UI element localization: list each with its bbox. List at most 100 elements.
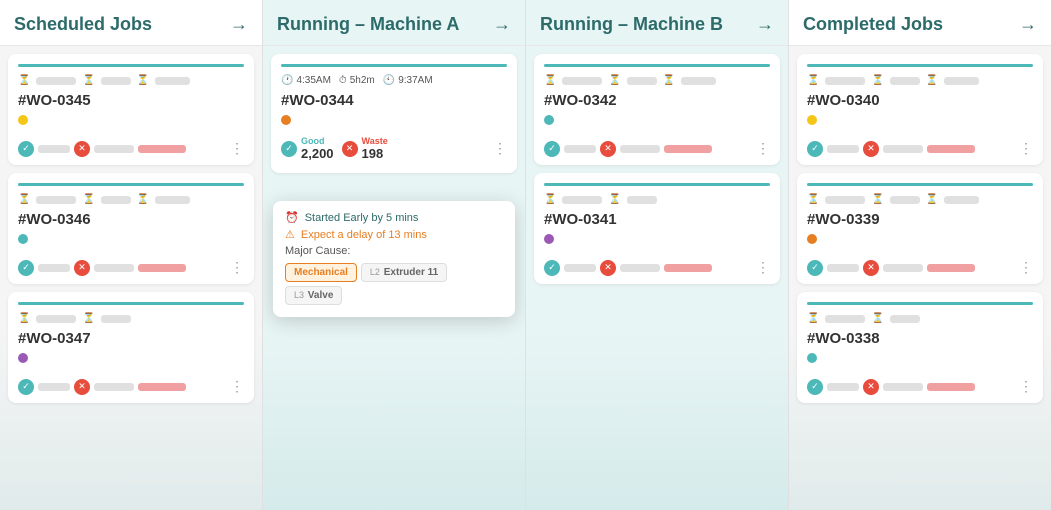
tag-l3[interactable]: L3 Valve: [285, 286, 342, 305]
wo-number: #WO-0346: [18, 211, 244, 228]
kanban-board: Scheduled Jobs → ⏳ ⏳ ⏳ #WO-0345 ✓: [0, 0, 1051, 510]
column-title-scheduled: Scheduled Jobs: [14, 14, 152, 35]
bar-medium: [883, 264, 923, 272]
wo-number: #WO-0341: [544, 211, 770, 228]
card-top-bar: [807, 64, 1033, 67]
text-ph-2: [101, 315, 131, 323]
hourglass-icon: ⏳: [18, 194, 30, 205]
card-wo-0347[interactable]: ⏳ ⏳ #WO-0347 ✓ ✕ ⋮: [8, 292, 254, 403]
x-icon: ✕: [863, 260, 879, 276]
column-arrow-running-a[interactable]: →: [493, 14, 511, 35]
bar-short: [827, 264, 859, 272]
status-dot: [544, 234, 554, 244]
card-wo-0340[interactable]: ⏳ ⏳ ⏳ #WO-0340 ✓ ✕ ⋮: [797, 54, 1043, 165]
text-ph-3: [944, 77, 979, 85]
more-menu[interactable]: ⋮: [756, 140, 770, 157]
text-ph-2: [101, 77, 131, 85]
hourglass-icon-3: ⏳: [137, 194, 149, 205]
x-icon: ✕: [863, 141, 879, 157]
more-menu[interactable]: ⋮: [230, 140, 244, 157]
card-top-bar: [281, 64, 507, 67]
card-icons-row: ⏳ ⏳: [807, 313, 1033, 324]
wo-number: #WO-0339: [807, 211, 1033, 228]
bg-decoration: [526, 330, 788, 510]
column-scheduled: Scheduled Jobs → ⏳ ⏳ ⏳ #WO-0345 ✓: [0, 0, 263, 510]
waste-icon: ✕: [342, 141, 358, 157]
more-menu[interactable]: ⋮: [493, 140, 507, 157]
card-bottom-row: ✓ ✕ ⋮: [807, 378, 1033, 395]
card-wo-0339[interactable]: ⏳ ⏳ ⏳ #WO-0339 ✓ ✕ ⋮: [797, 173, 1043, 284]
bar-medium: [94, 383, 134, 391]
bar-red: [138, 145, 186, 153]
more-menu[interactable]: ⋮: [230, 378, 244, 395]
card-time-row: 🕐 4:35AM ⏱ 5h2m 🕙 9:37AM: [281, 75, 507, 86]
card-icons-row: ⏳ ⏳ ⏳: [544, 75, 770, 86]
column-arrow-running-b[interactable]: →: [756, 14, 774, 35]
end-icon: 🕙: [383, 75, 395, 86]
text-ph: [825, 315, 865, 323]
bar-medium: [883, 383, 923, 391]
tag-l2[interactable]: L2 Extruder 11: [361, 263, 447, 282]
bar-red: [138, 383, 186, 391]
text-ph-3: [681, 77, 716, 85]
x-icon: ✕: [600, 260, 616, 276]
expect-delay-text: Expect a delay of 13 mins: [301, 229, 427, 241]
hourglass-icon-2: ⏳: [82, 194, 94, 205]
card-top-bar: [18, 302, 244, 305]
more-menu[interactable]: ⋮: [1019, 378, 1033, 395]
card-wo-0341[interactable]: ⏳ ⏳ #WO-0341 ✓ ✕ ⋮: [534, 173, 780, 284]
column-title-running-b: Running – Machine B: [540, 14, 723, 35]
status-dot: [807, 234, 817, 244]
status-dot: [807, 353, 817, 363]
check-icon: ✓: [544, 260, 560, 276]
bg-decoration: [263, 330, 525, 510]
card-wo-0342[interactable]: ⏳ ⏳ ⏳ #WO-0342 ✓ ✕ ⋮: [534, 54, 780, 165]
started-early-icon: ⏰: [285, 211, 299, 224]
hourglass-icon: ⏳: [544, 194, 556, 205]
bar-medium: [94, 145, 134, 153]
bar-short: [38, 383, 70, 391]
card-wo-0338[interactable]: ⏳ ⏳ #WO-0338 ✓ ✕ ⋮: [797, 292, 1043, 403]
more-menu[interactable]: ⋮: [1019, 140, 1033, 157]
time-end: 🕙 9:37AM: [383, 75, 433, 86]
bar-short: [38, 145, 70, 153]
card-wo-0344[interactable]: 🕐 4:35AM ⏱ 5h2m 🕙 9:37AM #WO-0344: [271, 54, 517, 173]
bar-red: [927, 264, 975, 272]
time-start: 🕐 4:35AM: [281, 75, 331, 86]
card-top-bar: [18, 183, 244, 186]
card-wo-0346[interactable]: ⏳ ⏳ ⏳ #WO-0346 ✓ ✕ ⋮: [8, 173, 254, 284]
tag-mechanical[interactable]: Mechanical: [285, 263, 357, 282]
column-completed: Completed Jobs → ⏳ ⏳ ⏳ #WO-0340 ✓: [789, 0, 1051, 510]
card-bottom-row: ✓ ✕ ⋮: [18, 259, 244, 276]
card-icons-row: ⏳ ⏳: [544, 194, 770, 205]
more-menu[interactable]: ⋮: [756, 259, 770, 276]
card-icons-row: ⏳ ⏳ ⏳: [18, 75, 244, 86]
more-menu[interactable]: ⋮: [1019, 259, 1033, 276]
text-ph-2: [890, 196, 920, 204]
cause-label: Major Cause:: [285, 245, 503, 257]
text-ph-2: [627, 77, 657, 85]
hourglass-icon-3: ⏳: [663, 75, 675, 86]
more-menu[interactable]: ⋮: [230, 259, 244, 276]
hourglass-icon-2: ⏳: [871, 313, 883, 324]
column-arrow-completed[interactable]: →: [1019, 14, 1037, 35]
good-waste-row: ✓ Good 2,200 ✕ Waste 198 ⋮: [281, 136, 507, 161]
card-icons-row: ⏳ ⏳ ⏳: [18, 194, 244, 205]
hourglass-icon-2: ⏳: [608, 194, 620, 205]
bar-medium: [620, 264, 660, 272]
status-dot: [18, 353, 28, 363]
text-ph-2: [627, 196, 657, 204]
column-arrow-scheduled[interactable]: →: [230, 14, 248, 35]
check-icon: ✓: [18, 260, 34, 276]
bar-medium: [883, 145, 923, 153]
card-top-bar: [18, 64, 244, 67]
check-icon: ✓: [18, 379, 34, 395]
status-dot: [807, 115, 817, 125]
bar-red: [138, 264, 186, 272]
hourglass-icon-3: ⏳: [926, 194, 938, 205]
column-running-a: Running – Machine A → 🕐 4:35AM ⏱ 5h2m: [263, 0, 526, 510]
text-ph: [562, 77, 602, 85]
wo-number: #WO-0347: [18, 330, 244, 347]
clock-icon: 🕐: [281, 75, 293, 86]
card-wo-0345[interactable]: ⏳ ⏳ ⏳ #WO-0345 ✓ ✕ ⋮: [8, 54, 254, 165]
